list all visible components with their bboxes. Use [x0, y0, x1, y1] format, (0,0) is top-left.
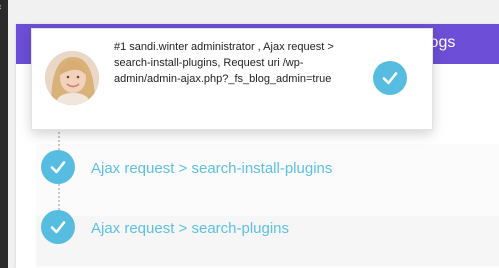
left-panel: ‹ — [0, 0, 8, 268]
check-circle-icon — [41, 150, 75, 184]
log-item-link[interactable]: Ajax request > search-plugins — [91, 220, 289, 237]
user-avatar — [45, 51, 99, 105]
chevron-left-icon[interactable]: ‹ — [0, 2, 2, 13]
check-circle-icon — [41, 210, 75, 244]
tooltip-message: #1 sandi.winter administrator , Ajax req… — [114, 41, 334, 85]
log-item-link[interactable]: Ajax request > search-install-plugins — [91, 160, 332, 177]
check-circle-icon — [373, 61, 407, 95]
log-tooltip: #1 sandi.winter administrator , Ajax req… — [31, 28, 433, 130]
